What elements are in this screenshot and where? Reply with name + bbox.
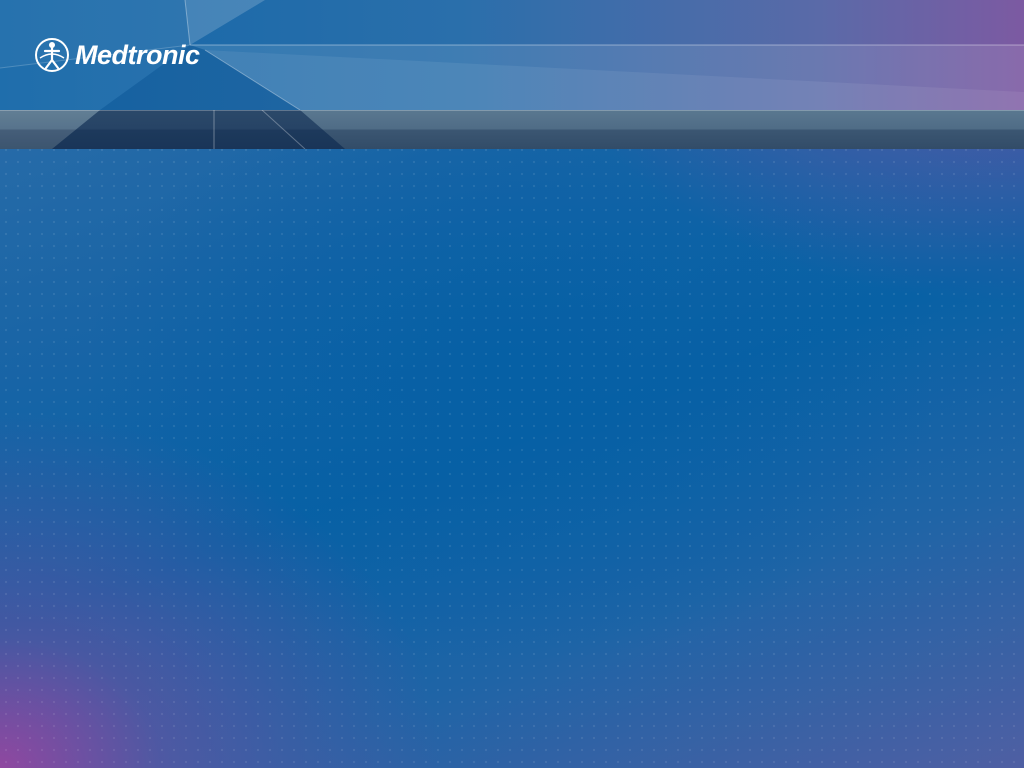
medtronic-figure-logo-icon: [35, 38, 69, 72]
slide-background: Medtronic: [0, 0, 1024, 768]
header-band: [0, 110, 1024, 149]
band-facets: [0, 110, 1024, 149]
medtronic-logo: Medtronic: [33, 36, 200, 74]
slide-header: Medtronic: [0, 0, 1024, 110]
medtronic-wordmark: Medtronic: [75, 40, 200, 70]
purple-corner-glow-bottom-left: [0, 348, 520, 768]
